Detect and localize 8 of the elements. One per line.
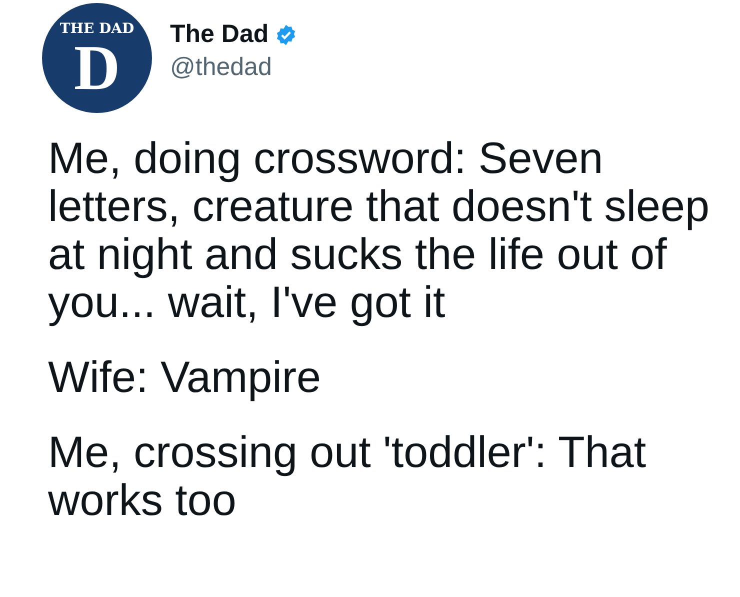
author-name[interactable]: The Dad (170, 20, 269, 49)
avatar[interactable]: D THE DAD (42, 3, 152, 113)
tweet-text: Me, crossing out 'toddler': That works too (48, 429, 648, 525)
tweet-text: Wife: Vampire (48, 354, 322, 402)
tweet-text: Me, doing crossword: Seven letters, creature that doesn't sleep at night and sucks the life out of you... wait, I've got it (48, 135, 710, 327)
avatar-text: THE DAD (60, 20, 134, 38)
author-handle[interactable]: @thedad (170, 53, 297, 82)
avatar-letter: D (74, 40, 120, 96)
